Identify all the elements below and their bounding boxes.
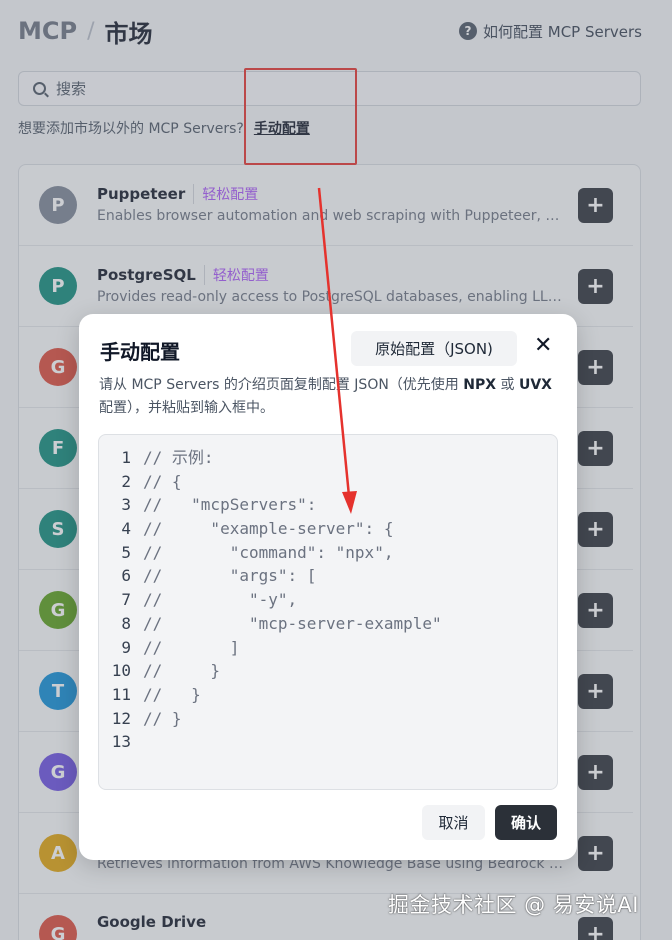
watermark: 掘金技术社区 @ 易安说AI [388, 893, 639, 917]
annotation-arrow [317, 187, 357, 514]
